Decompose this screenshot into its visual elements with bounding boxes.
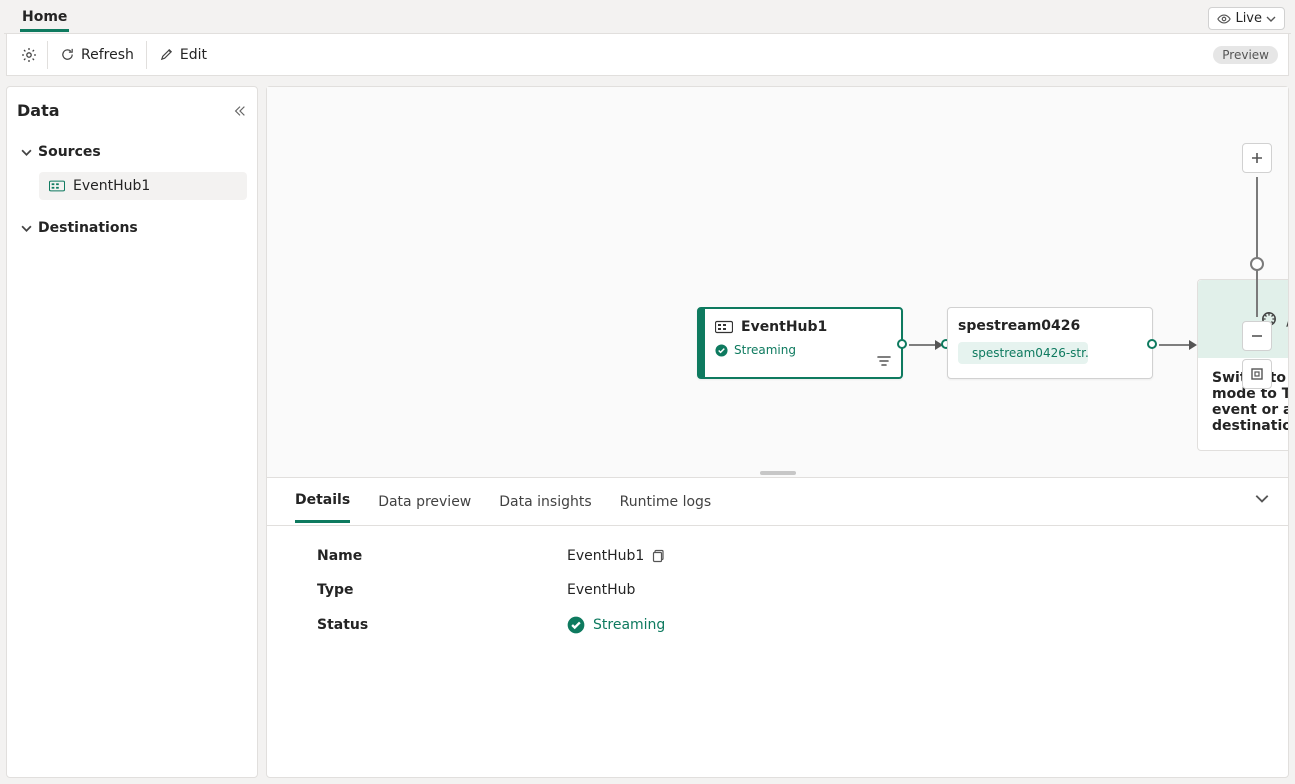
toolbar: Refresh Edit Preview (6, 34, 1289, 76)
detail-value-type: EventHub (567, 582, 635, 598)
zoom-in-button[interactable] (1242, 143, 1272, 173)
gear-icon (21, 47, 37, 63)
chevron-down-icon (21, 147, 32, 158)
node-source-status: Streaming (734, 343, 796, 357)
connector-arrow (909, 338, 945, 352)
side-panel: Data Sources EventHub1 Destinations (6, 86, 258, 778)
preview-badge: Preview (1213, 46, 1278, 64)
eye-icon (1217, 12, 1231, 26)
fit-icon (1250, 367, 1264, 381)
copy-icon (652, 549, 666, 563)
check-circle-icon (567, 616, 585, 634)
refresh-icon (60, 47, 75, 62)
node-stream-chip[interactable]: spestream0426-str... (958, 342, 1088, 364)
details-collapse-button[interactable] (1254, 490, 1270, 506)
settings-button[interactable] (7, 34, 47, 75)
edit-button[interactable]: Edit (147, 34, 219, 75)
canvas-column: EventHub1 Streaming (266, 86, 1289, 778)
connector-arrow (1159, 338, 1199, 352)
tab-data-preview[interactable]: Data preview (378, 482, 471, 522)
chevron-down-icon (1266, 14, 1276, 24)
tab-home[interactable]: Home (20, 5, 69, 32)
node-stream-chip-label: spestream0426-str... (972, 346, 1088, 360)
node-source-eventhub1[interactable]: EventHub1 Streaming (697, 307, 903, 379)
app-root: Home Live Refresh Edit Preview Data (0, 0, 1295, 784)
eventhub-icon (715, 320, 733, 334)
detail-value-name: EventHub1 (567, 548, 644, 564)
detail-row-status: Status Streaming (317, 616, 1238, 634)
detail-key: Type (317, 582, 567, 598)
live-label: Live (1235, 11, 1262, 26)
edit-label: Edit (180, 47, 207, 63)
zoom-thumb[interactable] (1250, 257, 1264, 271)
source-item-label: EventHub1 (73, 178, 150, 194)
detail-row-name: Name EventHub1 (317, 548, 1238, 564)
zoom-fit-button[interactable] (1242, 359, 1272, 389)
refresh-label: Refresh (81, 47, 134, 63)
placeholder-slash: / (1286, 310, 1288, 329)
eventhub-icon (49, 180, 65, 192)
sources-section-toggle[interactable]: Sources (17, 138, 247, 166)
check-circle-icon (715, 344, 728, 357)
tab-runtime-logs[interactable]: Runtime logs (620, 482, 712, 522)
node-source-title: EventHub1 (741, 319, 827, 335)
tab-details[interactable]: Details (295, 480, 350, 523)
port-out[interactable] (897, 339, 907, 349)
node-stream[interactable]: spestream0426 spestream0426-str... (947, 307, 1153, 379)
details-body: Name EventHub1 Type EventHub Stat (267, 526, 1288, 674)
chevron-down-icon (21, 223, 32, 234)
collapse-left-icon[interactable] (233, 104, 247, 118)
sources-label: Sources (38, 144, 101, 160)
zoom-track[interactable] (1256, 177, 1258, 317)
plus-icon (1250, 151, 1264, 165)
side-panel-title: Data (17, 101, 60, 120)
copy-name-button[interactable] (652, 549, 666, 563)
node-stream-title: spestream0426 (958, 318, 1142, 334)
details-panel: Details Data preview Data insights Runti… (267, 477, 1288, 777)
detail-key: Name (317, 548, 567, 564)
minus-icon (1250, 329, 1264, 343)
details-tabs: Details Data preview Data insights Runti… (267, 478, 1288, 526)
detail-key: Status (317, 617, 567, 633)
tab-data-insights[interactable]: Data insights (499, 482, 591, 522)
source-item-eventhub1[interactable]: EventHub1 (39, 172, 247, 200)
zoom-controls (1242, 143, 1272, 389)
canvas[interactable]: EventHub1 Streaming (267, 87, 1288, 477)
chevron-down-icon (1254, 490, 1270, 506)
zoom-out-button[interactable] (1242, 321, 1272, 351)
refresh-button[interactable]: Refresh (48, 34, 146, 75)
main-row: Data Sources EventHub1 Destinations (6, 86, 1289, 778)
live-mode-dropdown[interactable]: Live (1208, 7, 1285, 30)
destinations-section-toggle[interactable]: Destinations (17, 214, 247, 242)
detail-row-type: Type EventHub (317, 582, 1238, 598)
destinations-label: Destinations (38, 220, 138, 236)
port-out[interactable] (1147, 339, 1157, 349)
panel-resize-handle[interactable] (760, 471, 796, 475)
node-filter-icon[interactable] (877, 355, 891, 367)
tab-bar: Home Live (4, 4, 1291, 34)
edit-icon (159, 47, 174, 62)
detail-value-status: Streaming (593, 617, 665, 633)
